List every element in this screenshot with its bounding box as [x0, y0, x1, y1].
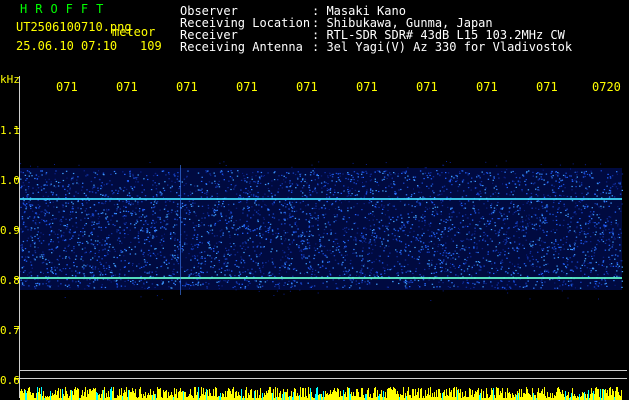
y-tick-mark: [14, 328, 19, 329]
spectrogram-plot: [14, 128, 624, 400]
baseline-divider-lower: [20, 378, 627, 379]
meteor-echo-trace: [180, 165, 181, 295]
baseline-divider: [20, 370, 627, 371]
carrier-line: [20, 198, 622, 200]
y-tick-mark: [14, 178, 19, 179]
y-tick-mark: [14, 278, 19, 279]
activity-histogram: [20, 387, 622, 400]
y-tick-mark: [14, 128, 19, 129]
carrier-line: [20, 277, 622, 279]
noise-band: [20, 168, 622, 290]
y-tick-mark: [14, 378, 19, 379]
y-tick-mark: [14, 228, 19, 229]
